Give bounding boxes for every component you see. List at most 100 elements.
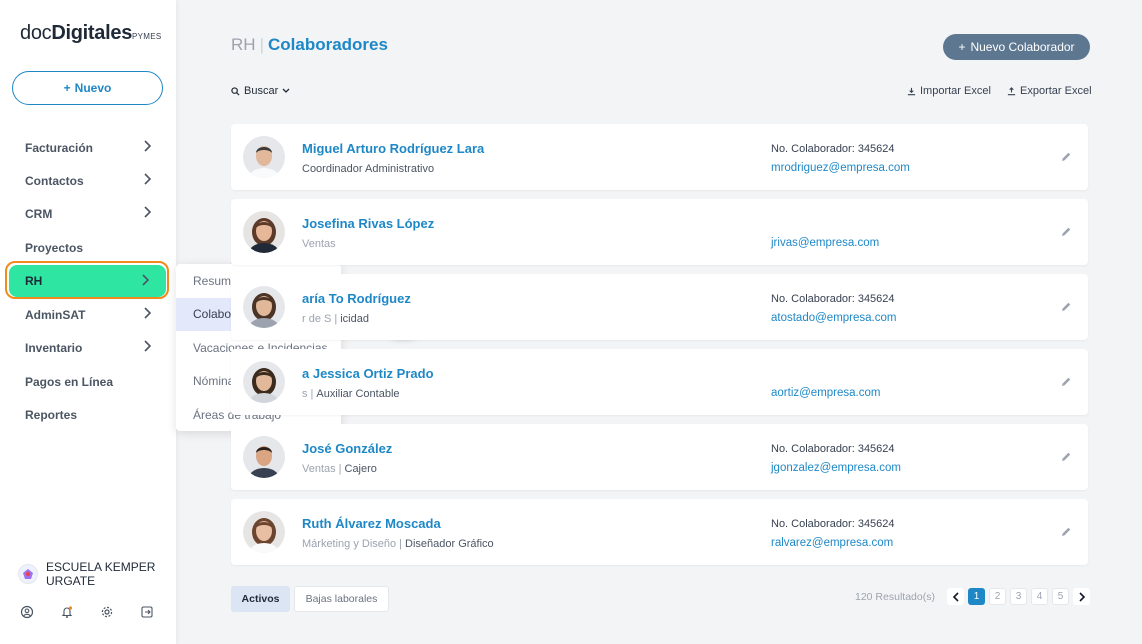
plus-icon: +: [63, 81, 71, 95]
logout-icon[interactable]: [140, 605, 154, 619]
sidebar: docDigitalesPYMES + Nuevo Facturación Con…: [0, 0, 176, 644]
sidebar-item-label: Facturación: [25, 140, 94, 155]
gear-icon[interactable]: [100, 605, 114, 619]
employee-name[interactable]: Miguel Arturo Rodríguez Lara: [302, 141, 484, 156]
employee-role: Coordinador Administrativo: [302, 163, 434, 175]
employee-name[interactable]: José González: [302, 441, 392, 456]
employee-email[interactable]: jgonzalez@empresa.com: [771, 462, 901, 474]
employee-number: No. Colaborador: 345624: [771, 293, 895, 305]
avatar: [243, 136, 285, 178]
prev-page-button[interactable]: [947, 588, 964, 605]
employee-department: Ventas: [302, 238, 336, 250]
avatar: [243, 511, 285, 553]
employee-role: Márketing y Diseño | Diseñador Gráfico: [302, 538, 494, 550]
bell-icon[interactable]: [60, 605, 74, 619]
employee-name[interactable]: a Jessica Ortiz Prado: [302, 366, 434, 381]
sidebar-item-pagos-en-línea[interactable]: Pagos en Línea: [0, 365, 176, 398]
edit-pencil-icon[interactable]: [1060, 450, 1072, 462]
employee-email[interactable]: ralvarez@empresa.com: [771, 537, 893, 549]
role-separator: |: [338, 463, 342, 475]
sidebar-item-facturación[interactable]: Facturación: [0, 131, 176, 164]
chevron-right-icon: [143, 206, 155, 220]
role-separator: |: [334, 313, 338, 325]
next-page-button[interactable]: [1073, 588, 1090, 605]
employee-position: Auxiliar Contable: [316, 388, 400, 400]
employee-card[interactable]: José González Ventas | Cajero No. Colaborado…: [231, 424, 1088, 490]
sidebar-item-proyectos[interactable]: Proyectos: [0, 231, 176, 264]
employee-email[interactable]: jrivas@empresa.com: [771, 237, 879, 249]
employee-card[interactable]: Ruth Álvarez Moscada Márketing y Diseño | D…: [231, 499, 1088, 565]
edit-pencil-icon[interactable]: [1060, 150, 1072, 162]
sidebar-item-crm[interactable]: CRM: [0, 197, 176, 230]
page-button[interactable]: 2: [989, 588, 1006, 605]
sidebar-item-rh[interactable]: RH: [9, 265, 166, 297]
avatar: [243, 361, 285, 403]
user-icon[interactable]: [20, 605, 34, 619]
employee-number: No. Colaborador: 345624: [771, 518, 895, 530]
employee-card[interactable]: a Jessica Ortiz Prado s | Auxiliar Contable…: [231, 349, 1088, 415]
employee-role: Ventas | Cajero: [302, 463, 377, 475]
page-button[interactable]: 1: [968, 588, 985, 605]
employee-email[interactable]: aortiz@empresa.com: [771, 387, 880, 399]
employee-email[interactable]: mrodriguez@empresa.com: [771, 162, 910, 174]
tab-bajas-laborales[interactable]: Bajas laborales: [294, 586, 389, 612]
avatar: [243, 286, 285, 328]
employee-department: Márketing y Diseño: [302, 538, 397, 550]
results-count: 120 Resultado(s): [855, 591, 935, 603]
sidebar-item-label: AdminSAT: [25, 307, 86, 322]
employee-name[interactable]: Josefina Rivas López: [302, 216, 434, 231]
edit-pencil-icon[interactable]: [1060, 525, 1072, 537]
search-dropdown[interactable]: Buscar: [231, 85, 290, 97]
page-title: Colaboradores: [267, 35, 388, 54]
tab-activos[interactable]: Activos: [231, 586, 290, 612]
employee-role: s | Auxiliar Contable: [302, 388, 400, 400]
brand-logo[interactable]: docDigitalesPYMES: [20, 22, 162, 45]
new-button-label: Nuevo: [74, 81, 112, 95]
sidebar-item-contactos[interactable]: Contactos: [0, 164, 176, 197]
edit-pencil-icon[interactable]: [1060, 300, 1072, 312]
page-button[interactable]: 3: [1010, 588, 1027, 605]
new-collaborator-button[interactable]: + Nuevo Colaborador: [943, 34, 1090, 60]
account-switcher[interactable]: ESCUELA KEMPER URGATE: [18, 560, 156, 588]
new-collaborator-label: Nuevo Colaborador: [970, 40, 1075, 54]
new-button[interactable]: + Nuevo: [12, 71, 163, 105]
sidebar-item-label: CRM: [25, 206, 53, 221]
employee-email[interactable]: atostado@empresa.com: [771, 312, 896, 324]
employee-role: Ventas: [302, 238, 336, 250]
role-separator: |: [399, 538, 403, 550]
export-excel-button[interactable]: Exportar Excel: [1007, 85, 1092, 97]
download-icon: [907, 87, 916, 95]
export-excel-label: Exportar Excel: [1020, 85, 1092, 97]
employee-card[interactable]: Josefina Rivas López Ventas jrivas@empresa…: [231, 199, 1088, 265]
employee-name[interactable]: aría To Rodríguez: [302, 291, 411, 306]
avatar: [243, 211, 285, 253]
page-button[interactable]: 5: [1052, 588, 1069, 605]
role-separator: |: [310, 388, 314, 400]
sidebar-item-label: RH: [25, 274, 43, 288]
employee-card[interactable]: Miguel Arturo Rodríguez Lara Coordinador …: [231, 124, 1088, 190]
page-button[interactable]: 4: [1031, 588, 1048, 605]
chevron-right-icon: [143, 173, 155, 187]
employee-name[interactable]: Ruth Álvarez Moscada: [302, 516, 441, 531]
avatar: [243, 436, 285, 478]
import-excel-label: Importar Excel: [920, 85, 991, 97]
employee-card[interactable]: aría To Rodríguez r de S | icidad No. Colabo…: [231, 274, 1088, 340]
employee-department: Ventas: [302, 463, 336, 475]
edit-pencil-icon[interactable]: [1060, 375, 1072, 387]
sidebar-item-adminsat[interactable]: AdminSAT: [0, 298, 176, 331]
chevron-right-icon: [143, 307, 155, 321]
sidebar-item-reportes[interactable]: Reportes: [0, 398, 176, 431]
breadcrumb-section[interactable]: RH: [231, 35, 256, 54]
employee-position: Diseñador Gráfico: [405, 538, 494, 550]
school-name: ESCUELA KEMPER URGATE: [46, 560, 156, 588]
employee-role: r de S | icidad: [302, 313, 369, 325]
school-logo-icon: [18, 564, 38, 584]
employee-number: No. Colaborador: 345624: [771, 143, 895, 155]
import-excel-button[interactable]: Importar Excel: [907, 85, 991, 97]
employee-position: icidad: [340, 313, 369, 325]
employee-department: s: [302, 388, 308, 400]
sidebar-item-label: Reportes: [25, 407, 78, 422]
edit-pencil-icon[interactable]: [1060, 225, 1072, 237]
plus-icon: +: [958, 40, 966, 54]
sidebar-item-inventario[interactable]: Inventario: [0, 331, 176, 364]
